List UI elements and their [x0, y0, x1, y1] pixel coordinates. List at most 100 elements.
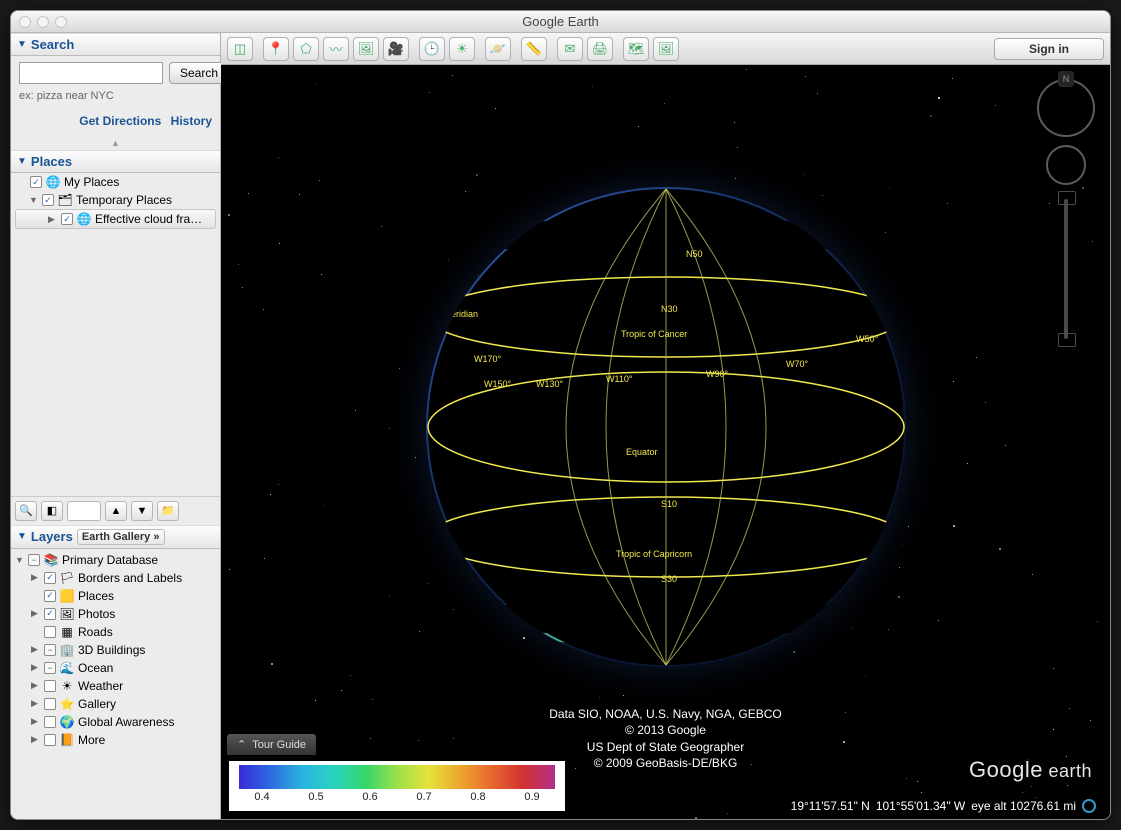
disclosure-icon[interactable]: ▶	[31, 716, 41, 727]
north-button[interactable]: N	[1058, 71, 1074, 87]
places-item[interactable]: ▼ 🗂 Temporary Places	[11, 191, 220, 209]
layer-item[interactable]: ▶🏳Borders and Labels	[11, 569, 220, 587]
folder-icon[interactable]: 📁	[157, 501, 179, 521]
checkbox[interactable]	[44, 590, 56, 602]
collapse-grip-icon[interactable]: ▲	[11, 136, 220, 150]
disclosure-icon[interactable]: ▶	[31, 572, 41, 583]
svg-text:W150°: W150°	[484, 379, 512, 389]
view-in-maps-icon[interactable]: 🗺	[623, 37, 649, 61]
checkbox[interactable]	[61, 213, 73, 225]
look-ring[interactable]: N	[1037, 79, 1095, 137]
get-directions-link[interactable]: Get Directions	[79, 114, 161, 128]
zoom-slider[interactable]	[1064, 199, 1068, 339]
layer-item[interactable]: ▶ 🖼Photos	[11, 605, 220, 623]
layer-icon: 🟨	[59, 588, 75, 604]
opacity-slider[interactable]	[67, 501, 101, 521]
disclosure-icon[interactable]: ▶	[31, 662, 41, 673]
globe[interactable]: Tropic of Cancer Equator Tropic of Capri…	[426, 187, 906, 667]
search-panel-header[interactable]: Search	[11, 33, 220, 56]
layer-item[interactable]: 🟨Places	[11, 587, 220, 605]
status-lon: 101°55'01.34" W	[876, 799, 965, 813]
layer-item[interactable]: ▶🏢3D Buildings	[11, 641, 220, 659]
item-icon: 🗂	[57, 192, 73, 208]
polygon-icon[interactable]: ⬠	[293, 37, 319, 61]
globe-viewport[interactable]: Tropic of Cancer Equator Tropic of Capri…	[221, 65, 1110, 819]
move-down-icon[interactable]: ▼	[131, 501, 153, 521]
disclosure-icon[interactable]: ▶	[31, 644, 41, 655]
disclosure-icon[interactable]: ▶	[31, 608, 41, 619]
svg-text:W50°: W50°	[856, 334, 879, 344]
checkbox[interactable]	[44, 662, 56, 674]
tour-guide-button[interactable]: ⌃ Tour Guide	[227, 734, 316, 755]
clock-icon[interactable]: 🕒	[419, 37, 445, 61]
checkbox[interactable]	[30, 176, 42, 188]
layer-item[interactable]: ▶📙More	[11, 731, 220, 749]
titlebar[interactable]: Google Earth	[11, 11, 1110, 33]
places-panel: 🌐 My Places▼ 🗂 Temporary Places▶ 🌐 Effec…	[11, 173, 220, 525]
svg-text:Tropic of Cancer: Tropic of Cancer	[621, 329, 687, 339]
signin-button[interactable]: Sign in	[994, 38, 1104, 60]
layer-item[interactable]: ▶☀Weather	[11, 677, 220, 695]
disclosure-icon[interactable]: ▶	[31, 680, 41, 691]
checkbox[interactable]	[44, 644, 56, 656]
sidebar-toggle-icon[interactable]: ◫	[227, 37, 253, 61]
planet-icon[interactable]: 🪐	[485, 37, 511, 61]
checkbox[interactable]	[44, 626, 56, 638]
layer-icon: 🖼	[59, 606, 75, 622]
places-search-icon[interactable]: 🔍	[15, 501, 37, 521]
path-icon[interactable]: 〰	[323, 37, 349, 61]
layer-item[interactable]: ▶🌊Ocean	[11, 659, 220, 677]
checkbox[interactable]	[44, 716, 56, 728]
layer-item[interactable]: ▦Roads	[11, 623, 220, 641]
nav-controls[interactable]: N	[1034, 79, 1098, 339]
svg-text:S30: S30	[661, 574, 677, 584]
print-icon[interactable]: 🖨	[587, 37, 613, 61]
places-panel-header[interactable]: Places	[11, 150, 220, 173]
sun-icon[interactable]: ☀	[449, 37, 475, 61]
places-item[interactable]: ▶ 🌐 Effective cloud fra…	[15, 209, 216, 229]
disclosure-icon[interactable]: ▼	[15, 555, 25, 565]
places-item[interactable]: 🌐 My Places	[11, 173, 220, 191]
history-link[interactable]: History	[171, 114, 212, 128]
streaming-icon	[1082, 799, 1096, 813]
disclosure-icon[interactable]: ▶	[48, 214, 58, 225]
svg-text:W130°: W130°	[536, 379, 564, 389]
tick-label: 0.9	[524, 791, 539, 803]
item-label: Photos	[78, 607, 115, 621]
record-tour-icon[interactable]: 🎥	[383, 37, 409, 61]
screenshot-icon[interactable]: 🖼	[653, 37, 679, 61]
checkbox[interactable]	[44, 734, 56, 746]
checkbox[interactable]	[44, 608, 56, 620]
placemark-icon[interactable]: 📍	[263, 37, 289, 61]
tick-label: 0.4	[254, 791, 269, 803]
tick-label: 0.7	[416, 791, 431, 803]
checkbox[interactable]	[44, 572, 56, 584]
layers-panel-header[interactable]: Layers Earth Gallery »	[11, 525, 220, 549]
move-ring[interactable]	[1046, 145, 1086, 185]
ruler-icon[interactable]: 📏	[521, 37, 547, 61]
disclosure-icon[interactable]: ▶	[31, 698, 41, 709]
colorbar-gradient	[239, 765, 555, 789]
places-split-icon[interactable]: ◧	[41, 501, 63, 521]
svg-text:Antimeridian: Antimeridian	[428, 309, 478, 319]
checkbox[interactable]	[44, 680, 56, 692]
move-up-icon[interactable]: ▲	[105, 501, 127, 521]
email-icon[interactable]: ✉	[557, 37, 583, 61]
checkbox[interactable]	[28, 554, 40, 566]
sidebar: Search Search ex: pizza near NYC Get Dir…	[11, 33, 221, 819]
image-overlay-icon[interactable]: 🖼	[353, 37, 379, 61]
item-label: Ocean	[78, 661, 113, 675]
layers-root[interactable]: ▼📚Primary Database	[11, 551, 220, 569]
checkbox[interactable]	[44, 698, 56, 710]
layer-item[interactable]: ▶⭐Gallery	[11, 695, 220, 713]
disclosure-icon[interactable]: ▶	[31, 734, 41, 745]
disclosure-icon[interactable]: ▼	[29, 195, 39, 205]
tick-label: 0.5	[308, 791, 323, 803]
layer-icon: 🏢	[59, 642, 75, 658]
search-input[interactable]	[19, 62, 163, 84]
item-label: Roads	[78, 625, 113, 639]
earth-gallery-button[interactable]: Earth Gallery »	[77, 529, 165, 545]
layer-item[interactable]: ▶🌍Global Awareness	[11, 713, 220, 731]
checkbox[interactable]	[42, 194, 54, 206]
app-window: Google Earth Search Search ex: pizza nea…	[10, 10, 1111, 820]
